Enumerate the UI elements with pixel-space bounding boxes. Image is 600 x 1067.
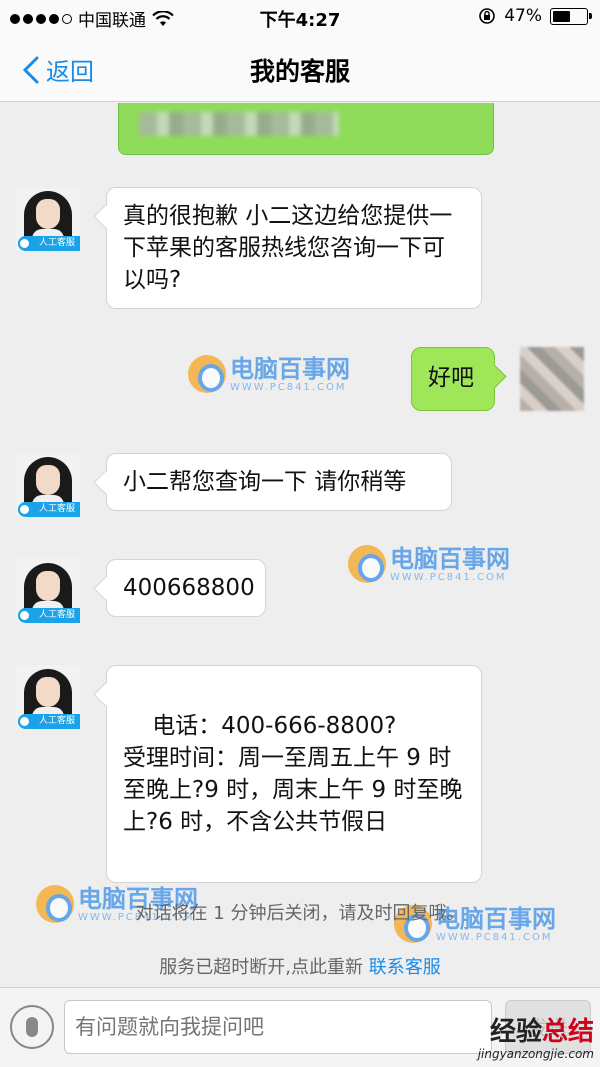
message-bubble[interactable]: 电话：400-666-8800? 受理时间：周一至周五上午 9 时至晚上?9 时…	[106, 665, 482, 883]
message-bubble[interactable]: 真的很抱歉 小二这边给您提供一下苹果的客服热线您咨询一下可以吗?	[106, 187, 482, 309]
timeout-notice: 服务已超时断开,点此重新 联系客服	[0, 953, 600, 979]
status-bar: 中国联通 下午4:27 47%	[0, 0, 600, 34]
message-text: 好吧	[428, 365, 474, 391]
contact-support-link[interactable]: 联系客服	[369, 957, 441, 978]
battery-percent: 47%	[504, 6, 542, 26]
nav-bar: 返回 我的客服	[0, 34, 600, 102]
headset-icon	[18, 609, 31, 622]
message-bubble[interactable]: 小二帮您查询一下 请你稍等	[106, 453, 452, 511]
blurred-user-message	[118, 103, 494, 155]
agent-avatar[interactable]: 人工客服	[16, 453, 80, 517]
watermark-logo: 电脑百事网 WWW.PC841.COM	[348, 545, 510, 583]
rotation-lock-icon	[479, 8, 496, 24]
agent-avatar[interactable]: 人工客服	[16, 559, 80, 623]
battery-icon	[550, 7, 592, 25]
send-button[interactable]: 发送	[505, 1000, 591, 1054]
input-bar: 发送	[0, 987, 600, 1067]
message-text: 电话：400-666-8800? 受理时间：周一至周五上午 9 时至晚上?9 时…	[123, 713, 463, 835]
microphone-button[interactable]	[10, 1005, 54, 1049]
timeout-text: 服务已超时断开,点此重新	[159, 957, 363, 978]
agent-avatar[interactable]: 人工客服	[16, 187, 80, 251]
headset-icon	[18, 715, 31, 728]
message-bubble[interactable]: 400668800	[106, 559, 266, 617]
user-message-bubble[interactable]: 好吧	[411, 347, 495, 411]
user-avatar[interactable]	[520, 347, 584, 411]
watermark-logo: 电脑百事网 WWW.PC841.COM	[188, 355, 350, 393]
close-notice: 对话将在 1 分钟后关闭，请及时回复哦。	[135, 903, 465, 924]
status-right: 47%	[478, 6, 592, 26]
headset-icon	[18, 503, 31, 516]
message-text: 真的很抱歉 小二这边给您提供一下苹果的客服热线您咨询一下可以吗?	[123, 203, 453, 293]
message-text: 400668800	[123, 575, 255, 601]
chat-area[interactable]: 人工客服 真的很抱歉 小二这边给您提供一下苹果的客服热线您咨询一下可以吗? 电脑…	[0, 103, 600, 987]
agent-avatar[interactable]: 人工客服	[16, 665, 80, 729]
pc841-logo-icon	[348, 545, 386, 583]
headset-icon	[18, 237, 31, 250]
pc841-logo-icon	[188, 355, 226, 393]
page-title: 我的客服	[249, 57, 350, 86]
message-text: 小二帮您查询一下 请你稍等	[123, 469, 407, 495]
message-input[interactable]	[64, 1000, 492, 1054]
microphone-icon	[26, 1017, 38, 1037]
